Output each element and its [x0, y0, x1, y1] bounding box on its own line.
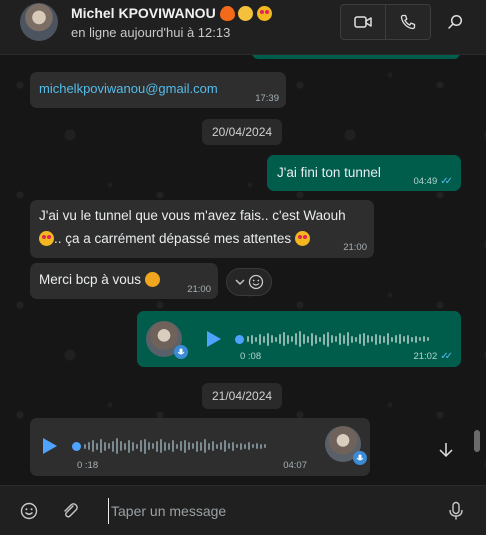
- date-separator: 21/04/2024: [202, 383, 283, 409]
- voice-duration: 0 :08: [240, 351, 262, 362]
- message-time: 21:00: [187, 284, 211, 295]
- message-text: J'ai fini ton tunnel: [277, 165, 381, 180]
- emoji-button[interactable]: [14, 496, 44, 526]
- date-separator: 20/04/2024: [202, 119, 283, 145]
- message-time: 04:07: [283, 460, 307, 471]
- message-text: Merci bcp à vous: [39, 272, 142, 287]
- voice-message-outgoing[interactable]: 0 :08 21:02 ✓✓: [137, 311, 461, 367]
- voice-record-button[interactable]: [441, 496, 471, 526]
- call-buttons: [340, 4, 431, 40]
- read-ticks-icon: ✓✓: [440, 176, 453, 187]
- waveform[interactable]: [84, 436, 266, 456]
- contact-name: Michel KPOVIWANOU: [71, 5, 216, 21]
- play-icon[interactable]: [207, 331, 221, 347]
- message-text: .. ça a carrément dépassé mes attentes: [54, 231, 292, 246]
- arrow-down-icon: [439, 443, 453, 458]
- message-email[interactable]: michelkpoviwanou@gmail.com 17:39: [30, 72, 286, 108]
- attach-button[interactable]: [55, 496, 85, 526]
- voice-call-button[interactable]: [386, 5, 430, 39]
- message-input[interactable]: [108, 498, 428, 524]
- heart-eyes-emoji: [294, 231, 310, 246]
- message-outgoing[interactable]: J'ai fini ton tunnel 04:49 ✓✓: [267, 155, 461, 191]
- message-incoming[interactable]: J'ai vu le tunnel que vous m'avez fais..…: [30, 200, 374, 258]
- waveform[interactable]: [247, 329, 429, 349]
- voice-duration: 0 :18: [77, 460, 99, 471]
- search-button[interactable]: [441, 8, 469, 36]
- paperclip-icon: [64, 503, 78, 518]
- composer-bar: [0, 485, 486, 535]
- microphone-icon: [449, 501, 463, 520]
- contact-name-row[interactable]: Michel KPOVIWANOU: [71, 5, 273, 21]
- video-camera-icon: [354, 16, 372, 28]
- message-list[interactable]: michelkpoviwanou@gmail.com 17:39 20/04/2…: [0, 55, 486, 485]
- message-text-line2: .. ça a carrément dépassé mes attentes: [39, 231, 310, 246]
- scrollbar[interactable]: [474, 430, 480, 452]
- search-icon: [448, 14, 463, 29]
- message-incoming[interactable]: Merci bcp à vous 21:00: [30, 263, 218, 299]
- phone-icon: [400, 14, 416, 30]
- message-time: 21:00: [343, 242, 367, 253]
- play-icon[interactable]: [43, 438, 57, 454]
- chat-header: Michel KPOVIWANOU en ligne aujourd'hui à…: [0, 0, 486, 55]
- react-button[interactable]: [226, 268, 272, 296]
- playback-position[interactable]: [72, 442, 81, 451]
- message-time: 17:39: [255, 93, 279, 104]
- emoji-icon: [248, 274, 263, 290]
- message-time: 21:02: [413, 351, 438, 362]
- playback-position[interactable]: [235, 335, 244, 344]
- chevron-down-icon: [235, 279, 244, 285]
- emoji-icon: [20, 502, 38, 520]
- microphone-icon: [174, 345, 188, 359]
- video-call-button[interactable]: [341, 5, 386, 39]
- smiling-hearts-emoji: [144, 272, 160, 287]
- fire-emoji: [219, 6, 235, 21]
- voice-message-incoming[interactable]: 0 :18 04:07: [30, 418, 370, 476]
- contact-avatar[interactable]: [20, 3, 58, 41]
- heart-eyes-emoji: [39, 231, 54, 246]
- message-meta: 21:02 ✓✓: [413, 351, 453, 362]
- message-text-row: Merci bcp à vous: [39, 272, 160, 287]
- email-link[interactable]: michelkpoviwanou@gmail.com: [39, 81, 218, 96]
- scroll-to-bottom-button[interactable]: [427, 431, 465, 469]
- previous-message[interactable]: [252, 55, 460, 59]
- contact-status: en ligne aujourd'hui à 12:13: [71, 25, 231, 40]
- mind-blown-emoji: [238, 6, 254, 21]
- message-text-line1: J'ai vu le tunnel que vous m'avez fais..…: [39, 208, 346, 223]
- read-ticks-icon: ✓✓: [440, 351, 453, 362]
- message-time: 04:49: [413, 176, 438, 187]
- microphone-icon: [353, 451, 367, 465]
- heart-eyes-emoji: [257, 6, 273, 21]
- message-meta: 04:49 ✓✓: [413, 176, 453, 187]
